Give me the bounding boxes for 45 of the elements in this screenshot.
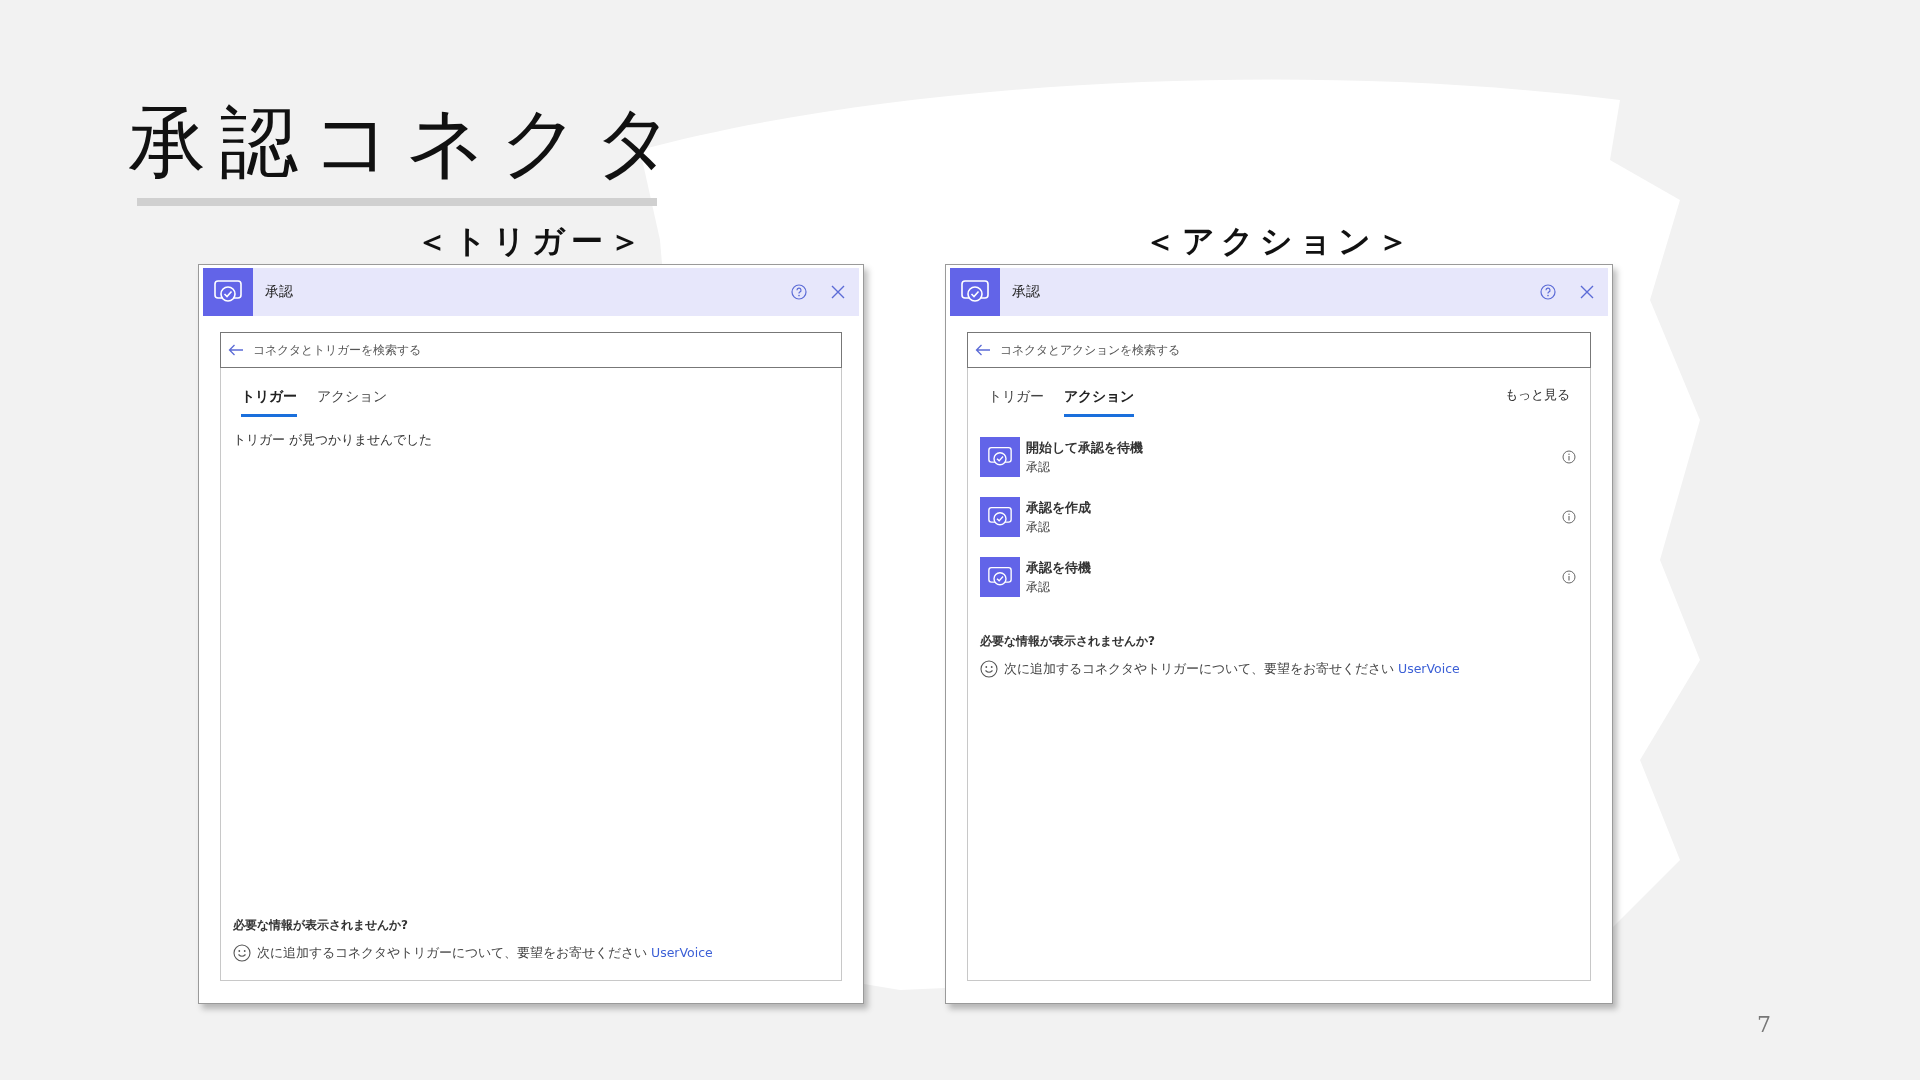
approval-logo-icon bbox=[980, 557, 1020, 597]
search-field[interactable]: コネクタとアクションを検索する bbox=[967, 332, 1591, 368]
action-title: 承認を待機 bbox=[1026, 558, 1092, 577]
panel-caption: ＜トリガー＞ bbox=[415, 221, 647, 262]
back-arrow-icon[interactable] bbox=[975, 344, 991, 356]
back-arrow-icon[interactable] bbox=[228, 344, 244, 356]
search-field[interactable]: コネクタとトリガーを検索する bbox=[220, 332, 842, 368]
slide-title: 承認コネクタ bbox=[128, 96, 689, 188]
info-icon[interactable] bbox=[1562, 570, 1576, 584]
uservoice-link[interactable]: UserVoice bbox=[1398, 660, 1460, 676]
approval-logo-icon bbox=[980, 437, 1020, 477]
smiley-icon bbox=[980, 660, 998, 678]
approval-logo-icon bbox=[980, 497, 1020, 537]
info-icon[interactable] bbox=[1562, 450, 1576, 464]
tab[interactable]: アクション bbox=[317, 382, 387, 417]
close-icon[interactable] bbox=[1580, 285, 1594, 299]
help-icon[interactable] bbox=[791, 284, 807, 300]
empty-message: トリガー が見つかりませんでした bbox=[233, 431, 434, 449]
see-more-link[interactable]: もっと見る bbox=[1505, 385, 1570, 414]
smiley-icon bbox=[233, 944, 251, 962]
page-number: 7 bbox=[1757, 1012, 1771, 1037]
feedback-text: 次に追加するコネクタやトリガーについて、要望をお寄せください UserVoice bbox=[257, 944, 713, 962]
close-icon[interactable] bbox=[831, 285, 845, 299]
action-item[interactable]: 承認を待機 承認 bbox=[980, 557, 1578, 597]
approval-logo-icon bbox=[203, 268, 253, 316]
action-item[interactable]: 開始して承認を待機 承認 bbox=[980, 437, 1578, 477]
panel-caption: ＜アクション＞ bbox=[1143, 221, 1415, 262]
approval-logo-icon bbox=[950, 268, 1000, 316]
action-connector: 承認 bbox=[1026, 518, 1051, 536]
info-icon[interactable] bbox=[1562, 510, 1576, 524]
action-connector: 承認 bbox=[1026, 458, 1051, 476]
tab[interactable]: トリガー bbox=[988, 382, 1044, 417]
feedback-heading: 必要な情報が表示されませんか? bbox=[233, 917, 409, 934]
tab[interactable]: アクション bbox=[1064, 382, 1134, 417]
action-title: 承認を作成 bbox=[1026, 498, 1092, 517]
action-connector: 承認 bbox=[1026, 578, 1051, 596]
action-title: 開始して承認を待機 bbox=[1026, 438, 1144, 457]
panel-title: 承認 bbox=[265, 283, 294, 301]
feedback-text: 次に追加するコネクタやトリガーについて、要望をお寄せください UserVoice bbox=[1004, 660, 1460, 678]
uservoice-link[interactable]: UserVoice bbox=[651, 944, 713, 960]
help-icon[interactable] bbox=[1540, 284, 1556, 300]
panel-title: 承認 bbox=[1012, 283, 1041, 301]
action-item[interactable]: 承認を作成 承認 bbox=[980, 497, 1578, 537]
tab[interactable]: トリガー bbox=[241, 382, 297, 417]
feedback-heading: 必要な情報が表示されませんか? bbox=[980, 633, 1156, 650]
